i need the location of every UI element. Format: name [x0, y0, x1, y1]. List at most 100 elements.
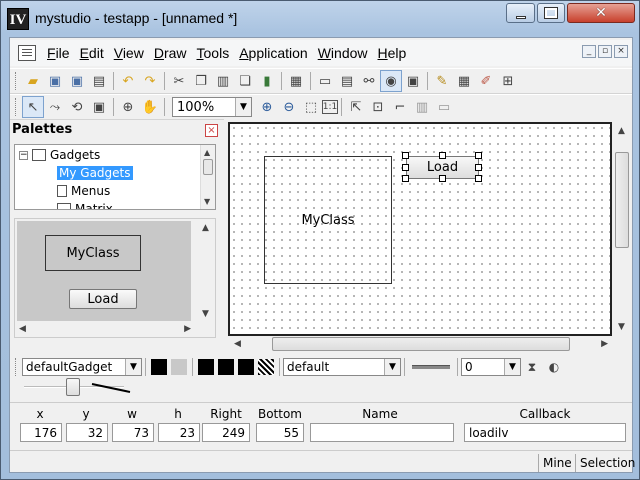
- editor-canvas[interactable]: MyClass Load: [228, 122, 612, 336]
- chevron-down-icon[interactable]: ▼: [235, 98, 251, 116]
- resize-handle[interactable]: [475, 175, 482, 182]
- select-arrow-icon[interactable]: ↖: [22, 96, 44, 118]
- mdi-close-button[interactable]: ×: [614, 45, 628, 58]
- editor-icon[interactable]: ✎: [431, 70, 453, 92]
- gadget-class-select[interactable]: defaultGadget ▼: [22, 358, 142, 376]
- line-style-icon[interactable]: [412, 365, 450, 369]
- tree-item-matrix[interactable]: Matrix: [57, 200, 113, 209]
- slider-thumb[interactable]: [66, 378, 80, 396]
- duplicate-icon[interactable]: ❏: [234, 70, 256, 92]
- scroll-down-icon[interactable]: ▼: [618, 322, 625, 332]
- save-icon[interactable]: ▣: [44, 70, 66, 92]
- maximize-button[interactable]: [537, 3, 565, 23]
- save-as-icon[interactable]: ▣: [66, 70, 88, 92]
- delete-icon[interactable]: ▮: [256, 70, 278, 92]
- foreground-color-swatch[interactable]: [151, 359, 167, 375]
- resize-handle[interactable]: [475, 164, 482, 171]
- cut-icon[interactable]: ✂: [168, 70, 190, 92]
- background-color-swatch[interactable]: [171, 359, 187, 375]
- print-icon[interactable]: ▤: [88, 70, 110, 92]
- zoom-fit-icon[interactable]: ▣: [88, 96, 110, 118]
- distribute-icon[interactable]: ⊡: [367, 96, 389, 118]
- resize-handle[interactable]: [402, 175, 409, 182]
- palette-tree[interactable]: − Gadgets My Gadgets Menus Matrix ▲ ▼: [14, 144, 216, 210]
- toolbar-grip[interactable]: [15, 358, 18, 376]
- undo-icon[interactable]: ↶: [117, 70, 139, 92]
- zoom-rect-icon[interactable]: ⊕: [117, 96, 139, 118]
- mdi-minimize-button[interactable]: _: [582, 45, 596, 58]
- zoom-out-icon[interactable]: ⊖: [278, 96, 300, 118]
- resize-handle[interactable]: [402, 152, 409, 159]
- tree-item-my-gadgets[interactable]: My Gadgets: [57, 164, 133, 182]
- move-icon[interactable]: ⤳: [44, 96, 66, 118]
- close-icon[interactable]: ×: [205, 124, 218, 137]
- x-field[interactable]: 176: [20, 423, 62, 442]
- name-field[interactable]: [310, 423, 454, 442]
- right-field[interactable]: 249: [202, 423, 250, 442]
- chevron-down-icon[interactable]: ▼: [125, 359, 141, 375]
- menu-file[interactable]: File: [42, 45, 75, 61]
- menu-edit[interactable]: Edit: [75, 45, 109, 61]
- corner-icon[interactable]: ⌐: [389, 96, 411, 118]
- canvas-vscrollbar[interactable]: ▲ ▼: [614, 122, 630, 336]
- fill-rule-icon[interactable]: ⧗: [521, 356, 543, 378]
- scroll-down-icon[interactable]: ▼: [204, 197, 210, 206]
- tree-icon[interactable]: ⊞: [497, 70, 519, 92]
- scroll-thumb[interactable]: [272, 337, 570, 351]
- mdi-restore-button[interactable]: ▫: [598, 45, 612, 58]
- resize-handle[interactable]: [439, 175, 446, 182]
- menu-tools[interactable]: Tools: [192, 45, 235, 61]
- document-icon[interactable]: [18, 45, 36, 61]
- myclass-gadget[interactable]: MyClass: [264, 156, 392, 284]
- panel-icon[interactable]: ▣: [402, 70, 424, 92]
- preview-load-button[interactable]: Load: [69, 289, 137, 309]
- scroll-up-icon[interactable]: ▲: [618, 126, 625, 136]
- menu-application[interactable]: Application: [234, 45, 313, 61]
- resize-handle[interactable]: [402, 164, 409, 171]
- pattern-swatch[interactable]: [238, 359, 254, 375]
- toolbar-grip[interactable]: [15, 98, 18, 116]
- line-width-select[interactable]: 0 ▼: [461, 358, 521, 376]
- scroll-right-icon[interactable]: ▶: [184, 324, 191, 334]
- preview-myclass-gadget[interactable]: MyClass: [45, 235, 141, 271]
- menu-view[interactable]: View: [109, 45, 149, 61]
- group-icon[interactable]: ▦: [285, 70, 307, 92]
- menu-help[interactable]: Help: [373, 45, 412, 61]
- palette-edit-icon[interactable]: ✐: [475, 70, 497, 92]
- align-icon[interactable]: ⇱: [345, 96, 367, 118]
- resize-handle[interactable]: [475, 152, 482, 159]
- layout-icon[interactable]: ▥: [411, 96, 433, 118]
- preview-hscrollbar[interactable]: ◀ ▶: [15, 321, 199, 337]
- pattern-solid-swatch[interactable]: [198, 359, 214, 375]
- tree-item-gadgets[interactable]: − Gadgets: [19, 146, 100, 164]
- scroll-up-icon[interactable]: ▲: [202, 223, 209, 233]
- zoom-select[interactable]: 100% ▼: [172, 97, 252, 117]
- tree-item-menus[interactable]: Menus: [57, 182, 110, 200]
- scroll-down-icon[interactable]: ▼: [202, 309, 209, 319]
- scroll-up-icon[interactable]: ▲: [204, 148, 210, 157]
- close-button[interactable]: ✕: [567, 3, 635, 23]
- grid-icon[interactable]: ▦: [453, 70, 475, 92]
- chevron-down-icon[interactable]: ▼: [504, 359, 520, 375]
- redo-icon[interactable]: ↷: [139, 70, 161, 92]
- w-field[interactable]: 73: [112, 423, 154, 442]
- inspector-icon[interactable]: ▭: [314, 70, 336, 92]
- toolbar-grip[interactable]: [15, 72, 18, 90]
- scroll-right-icon[interactable]: ▶: [601, 339, 608, 349]
- h-field[interactable]: 23: [158, 423, 200, 442]
- actual-size-icon[interactable]: 1:1: [322, 100, 338, 114]
- scroll-left-icon[interactable]: ◀: [19, 324, 26, 334]
- pattern-swatch[interactable]: [218, 359, 234, 375]
- rotate-icon[interactable]: ⟲: [66, 96, 88, 118]
- scroll-left-icon[interactable]: ◀: [234, 339, 241, 349]
- menu-window[interactable]: Window: [313, 45, 373, 61]
- chevron-down-icon[interactable]: ▼: [384, 359, 400, 375]
- menu-draw[interactable]: Draw: [149, 45, 192, 61]
- zoom-in-icon[interactable]: ⊕: [256, 96, 278, 118]
- minimize-button[interactable]: [506, 3, 535, 23]
- pan-hand-icon[interactable]: ✋: [139, 96, 161, 118]
- callback-field[interactable]: loadilv: [464, 423, 626, 442]
- paste-icon[interactable]: ▥: [212, 70, 234, 92]
- arc-mode-icon[interactable]: ◐: [543, 356, 565, 378]
- resize-icon[interactable]: ▭: [433, 96, 455, 118]
